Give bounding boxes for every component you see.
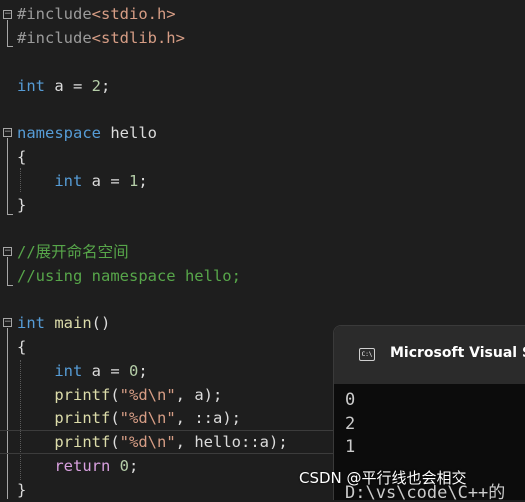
code-token: ( [110, 433, 120, 451]
code-token: "%d\n" [119, 409, 176, 427]
code-token: int [17, 314, 45, 332]
code-token: #include [17, 5, 92, 23]
code-line-1[interactable]: #include<stdio.h> [0, 2, 525, 26]
code-token: int [54, 362, 83, 380]
code-token: ( [110, 386, 120, 404]
code-token: , hello::a); [175, 433, 288, 451]
code-line-10[interactable] [0, 217, 525, 241]
console-title: Microsoft Visual Stu [390, 345, 525, 361]
code-line-8[interactable]: int a = 1; [0, 169, 525, 193]
code-token: printf [54, 433, 111, 451]
code-token: ; [138, 172, 148, 190]
code-token: , ::a); [175, 409, 241, 427]
code-line-19-current[interactable]: printf("%d\n", hello::a); [0, 430, 333, 454]
code-token: { [17, 338, 27, 356]
code-line-9[interactable]: } [0, 193, 525, 217]
code-token: "%d\n" [119, 433, 176, 451]
code-token: //using namespace hello; [17, 267, 241, 285]
code-line-13[interactable] [0, 288, 525, 312]
code-line-4[interactable]: int a = 2; [0, 74, 525, 98]
code-token: { [17, 148, 27, 166]
code-token: "%d\n" [119, 386, 176, 404]
code-token: ( [110, 409, 120, 427]
code-token: namespace [17, 124, 101, 142]
code-token: 0 [129, 362, 139, 380]
terminal-icon: C:\ [359, 348, 375, 361]
code-token: <stdio.h> [91, 5, 176, 23]
code-token: //展开命名空间 [17, 243, 129, 261]
code-line-12[interactable]: //using namespace hello; [0, 264, 525, 288]
code-token: printf [54, 386, 111, 404]
code-token: a = [82, 362, 129, 380]
code-line-6[interactable]: namespace hello [0, 121, 525, 145]
code-token: 1 [129, 172, 139, 190]
code-token: , a); [175, 386, 223, 404]
code-token: return [54, 457, 111, 475]
code-token: a = [45, 77, 92, 95]
code-token: hello [101, 124, 157, 142]
code-token: int [54, 172, 83, 190]
code-token: printf [54, 409, 111, 427]
code-line-11[interactable]: //展开命名空间 [0, 240, 525, 264]
code-token: ; [138, 362, 148, 380]
code-token: int [17, 77, 45, 95]
code-token: ; [101, 77, 111, 95]
code-line-3[interactable] [0, 50, 525, 74]
console-output-line: 2 [345, 414, 356, 434]
code-token: 2 [91, 77, 102, 95]
code-token: a = [82, 172, 129, 190]
console-titlebar[interactable]: C:\ Microsoft Visual Stu [334, 326, 525, 384]
code-token: () [91, 314, 111, 332]
code-token: 0 [119, 457, 130, 475]
code-token: <stdlib.h> [91, 29, 185, 47]
code-token: ; [129, 457, 139, 475]
console-output-line: 1 [345, 437, 356, 457]
code-line-5[interactable] [0, 98, 525, 122]
watermark: CSDN @平行线也会相交 [299, 469, 467, 487]
code-token: } [17, 481, 27, 499]
code-token: } [17, 196, 27, 214]
code-token: main [54, 314, 92, 332]
code-line-7[interactable]: { [0, 145, 525, 169]
code-line-2[interactable]: #include<stdlib.h> [0, 26, 525, 50]
console-output-line: 0 [345, 390, 356, 410]
code-token: #include [17, 29, 92, 47]
